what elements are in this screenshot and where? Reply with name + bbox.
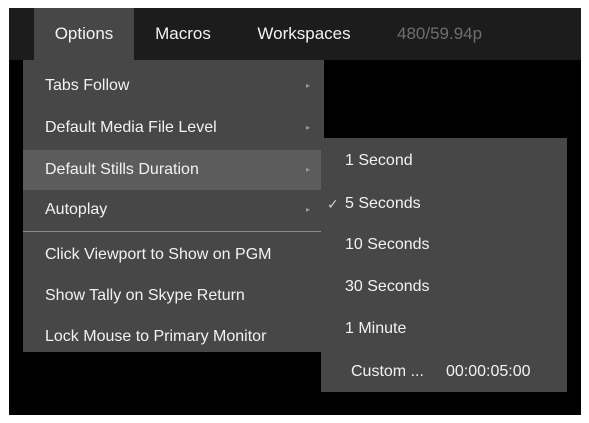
- submenu-arrow-icon: ▸: [306, 165, 311, 174]
- submenu-arrow-icon: ▸: [306, 123, 311, 132]
- stills-duration-submenu: 1 Second ✓ 5 Seconds 10 Seconds 30 Secon…: [321, 138, 567, 392]
- menu-item-click-viewport-to-show-on-pgm[interactable]: Click Viewport to Show on PGM: [23, 235, 324, 275]
- menu-macros[interactable]: Macros: [144, 8, 222, 60]
- menu-options[interactable]: Options: [34, 8, 134, 60]
- submenu-item-label: 30 Seconds: [345, 278, 430, 295]
- submenu-item-custom[interactable]: Custom ... 00:00:05:00: [321, 351, 567, 393]
- submenu-item-30-seconds[interactable]: 30 Seconds: [321, 266, 567, 308]
- menu-item-lock-mouse-to-primary-monitor[interactable]: Lock Mouse to Primary Monitor: [23, 317, 324, 357]
- submenu-item-label: Custom ...: [351, 363, 424, 380]
- menu-item-label: Default Media File Level: [45, 119, 217, 136]
- menu-item-autoplay[interactable]: Autoplay ▸: [23, 190, 324, 230]
- options-dropdown: Tabs Follow ▸ Default Media File Level ▸…: [23, 60, 324, 352]
- menu-item-label: Default Stills Duration: [45, 161, 199, 178]
- submenu-item-1-second[interactable]: 1 Second: [321, 140, 567, 182]
- submenu-arrow-icon: ▸: [306, 205, 311, 214]
- menu-item-label: Click Viewport to Show on PGM: [45, 246, 272, 263]
- app-window: Options Macros Workspaces 480/59.94p Tab…: [9, 8, 581, 415]
- menu-item-label: Lock Mouse to Primary Monitor: [45, 328, 267, 345]
- submenu-item-10-seconds[interactable]: 10 Seconds: [321, 224, 567, 266]
- video-format-status: 480/59.94p: [397, 24, 483, 43]
- menu-separator: [23, 231, 324, 232]
- menu-item-tabs-follow[interactable]: Tabs Follow ▸: [23, 66, 324, 106]
- custom-duration-timecode[interactable]: 00:00:05:00: [446, 351, 531, 393]
- menu-item-label: Show Tally on Skype Return: [45, 287, 245, 304]
- submenu-item-label: 10 Seconds: [345, 236, 430, 253]
- submenu-arrow-icon: ▸: [306, 81, 311, 90]
- submenu-item-label: 1 Second: [345, 152, 413, 169]
- checkmark-icon: ✓: [327, 196, 339, 212]
- submenu-item-5-seconds[interactable]: ✓ 5 Seconds: [321, 183, 567, 225]
- menu-item-label: Tabs Follow: [45, 77, 130, 94]
- submenu-item-label: 1 Minute: [345, 320, 407, 337]
- submenu-item-label: 5 Seconds: [345, 195, 421, 212]
- menu-item-default-stills-duration[interactable]: Default Stills Duration ▸: [23, 150, 324, 190]
- menu-workspaces[interactable]: Workspaces: [244, 8, 364, 60]
- menu-item-default-media-file-level[interactable]: Default Media File Level ▸: [23, 108, 324, 148]
- submenu-item-1-minute[interactable]: 1 Minute: [321, 308, 567, 350]
- menu-item-label: Autoplay: [45, 201, 108, 218]
- menu-bar: Options Macros Workspaces 480/59.94p: [9, 8, 581, 60]
- menu-item-show-tally-on-skype-return[interactable]: Show Tally on Skype Return: [23, 276, 324, 316]
